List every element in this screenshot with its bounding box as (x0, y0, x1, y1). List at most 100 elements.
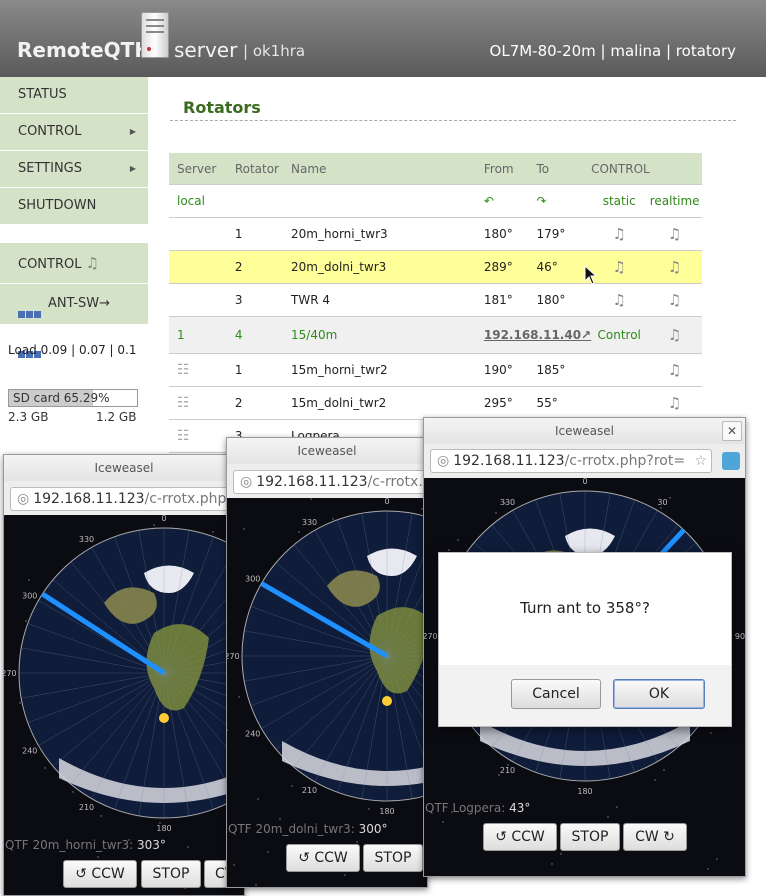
star-dot (187, 846, 189, 848)
title-divider (170, 120, 736, 121)
static-control-icon[interactable]: ♫ (612, 291, 625, 309)
realtime-control-icon[interactable]: ♫ (668, 291, 681, 309)
addon-icon[interactable] (722, 452, 740, 470)
col-server: Server (169, 153, 235, 185)
realtime-control-icon[interactable]: ♫ (668, 258, 681, 276)
menu-label: CONTROL (18, 124, 82, 139)
server-icon (141, 12, 169, 58)
table-row: 2 20m_dolni_twr3 289° 46° ♫ ♫ (169, 250, 702, 284)
remote-control-link[interactable]: Control (591, 316, 648, 354)
rotator-name: 20m_horni_twr3 (291, 217, 484, 251)
local-server-row: local ↶ ↷ static realtime (169, 184, 702, 218)
azimuth-label: 0 (161, 515, 166, 523)
submenu-arrow-icon: ▶ (129, 164, 136, 173)
network-icon: ☷ (177, 428, 190, 444)
url-path: /c-rrotx.php (144, 491, 227, 507)
mouse-cursor-icon (584, 265, 598, 285)
static-control-icon[interactable]: ♫ (612, 258, 625, 276)
url-host: 192.168.11.123 (33, 491, 145, 507)
realtime-control-icon[interactable]: ♫ (668, 326, 681, 344)
star-dot (25, 620, 27, 622)
realtime-control-icon[interactable]: ♫ (668, 361, 681, 379)
url-bar[interactable]: ◎ 192.168.11.123/c-rrotx.php (10, 487, 244, 511)
star-dot (495, 512, 497, 514)
stop-button[interactable]: STOP (560, 823, 620, 851)
qtf-label: QTF 20m_dolni_twr3: (228, 822, 355, 836)
cancel-button[interactable]: Cancel (511, 679, 601, 709)
close-icon[interactable]: ✕ (722, 421, 742, 441)
rotator-to: 180° (536, 283, 592, 317)
star-dot (28, 579, 30, 581)
star-dot (72, 791, 74, 793)
ok-button[interactable]: OK (613, 679, 705, 709)
network-icon: ☷ (177, 395, 190, 411)
server-number: 1 (169, 316, 235, 354)
url-bar[interactable]: ◎ 192.168.11.123/c-rrotx. (233, 470, 427, 494)
remote-server-row: 1 4 15/40m 192.168.11.40↗ Control ♫ (169, 316, 702, 354)
menu-item-shutdown[interactable]: SHUTDOWN (0, 188, 148, 225)
cw-button[interactable]: CW ↻ (623, 823, 687, 851)
table-row: ☷ 1 15m_horni_twr2 190° 185° ♫ (169, 353, 702, 387)
ccw-button[interactable]: ↺ CCW (286, 844, 360, 872)
sd-card-bar: SD card 65.29% (8, 389, 138, 407)
star-dot (212, 531, 214, 533)
quick-antsw-link[interactable]: ANT-SW→ (0, 284, 148, 358)
stop-button[interactable]: STOP (363, 844, 423, 872)
rotator-control-icon: ♫ (85, 254, 100, 272)
static-control-icon[interactable]: ♫ (612, 225, 625, 243)
sun-icon (159, 713, 169, 723)
confirm-dialog: Turn ant to 358°? Cancel OK (438, 552, 732, 727)
star-dot (448, 549, 450, 551)
azimuth-label: 210 (302, 786, 317, 795)
azimuth-label: 30 (657, 498, 667, 507)
realtime-control-icon[interactable]: ♫ (668, 225, 681, 243)
sd-used: 2.3 GB (8, 410, 49, 424)
sd-free: 1.2 GB (96, 410, 137, 424)
menu-item-control[interactable]: CONTROL ▶ (0, 114, 148, 151)
menu-item-settings[interactable]: SETTINGS ▶ (0, 151, 148, 188)
table-row: ☷ 2 15m_dolni_twr2 295° 55° ♫ (169, 386, 702, 420)
star-dot (238, 696, 240, 698)
ccw-button[interactable]: ↺ CCW (63, 860, 137, 888)
azimuth-label: 210 (500, 766, 515, 775)
realtime-control-icon[interactable]: ♫ (668, 394, 681, 412)
star-dot (310, 498, 312, 500)
stop-button[interactable]: STOP (141, 860, 201, 888)
rotator-number: 3 (234, 283, 292, 317)
azimuth-label: 270 (4, 669, 17, 678)
table-header: Server Rotator Name From To CONTROL (169, 153, 702, 185)
globe-icon: ◎ (17, 491, 30, 507)
star-dot (344, 874, 346, 876)
network-icon: ☷ (177, 362, 190, 378)
dialog-message: Turn ant to 358°? (520, 599, 650, 617)
url-bar[interactable]: ◎ 192.168.11.123/c-rrotx.php?rot= ☆ (430, 449, 712, 473)
star-dot (19, 702, 21, 704)
rotator-name: 15m_dolni_twr2 (291, 386, 484, 420)
window-title: Iceweasel (4, 455, 244, 481)
rotator-to: 179° (536, 217, 592, 251)
azimuth-label: 210 (79, 803, 94, 812)
azimuth-label: 180 (156, 824, 171, 833)
star-dot (356, 841, 358, 843)
menu-label: SETTINGS (18, 161, 83, 176)
qtf-value: 300° (358, 822, 388, 836)
qtf-value: 43° (509, 801, 531, 815)
qtf-label: QTF 20m_horni_twr3: (5, 838, 134, 852)
menu-item-status[interactable]: STATUS (0, 77, 148, 114)
azimuth-label: 180 (379, 807, 394, 816)
azimuth-label: 180 (577, 787, 592, 796)
star-dot (457, 539, 459, 541)
ccw-button[interactable]: ↺ CCW (483, 823, 557, 851)
popup-window-dolni: Iceweasel ◎192.168.11.123/c-rrotx. 03030… (226, 437, 428, 888)
rotator-name: TWR 4 (291, 283, 484, 317)
rotator-from: 180° (483, 217, 537, 251)
bookmark-star-icon[interactable]: ☆ (694, 450, 707, 472)
qtf-readout: QTF 20m_horni_twr3: 303° (5, 838, 166, 852)
remote-ip-link[interactable]: 192.168.11.40↗ (484, 328, 591, 342)
star-dot (607, 816, 609, 818)
col-from: From (483, 153, 537, 185)
star-dot (227, 729, 228, 731)
menu-label: STATUS (18, 87, 67, 102)
rotator-name: 15m_horni_twr2 (291, 353, 484, 387)
quick-control-link[interactable]: CONTROL ♫ (0, 243, 148, 284)
